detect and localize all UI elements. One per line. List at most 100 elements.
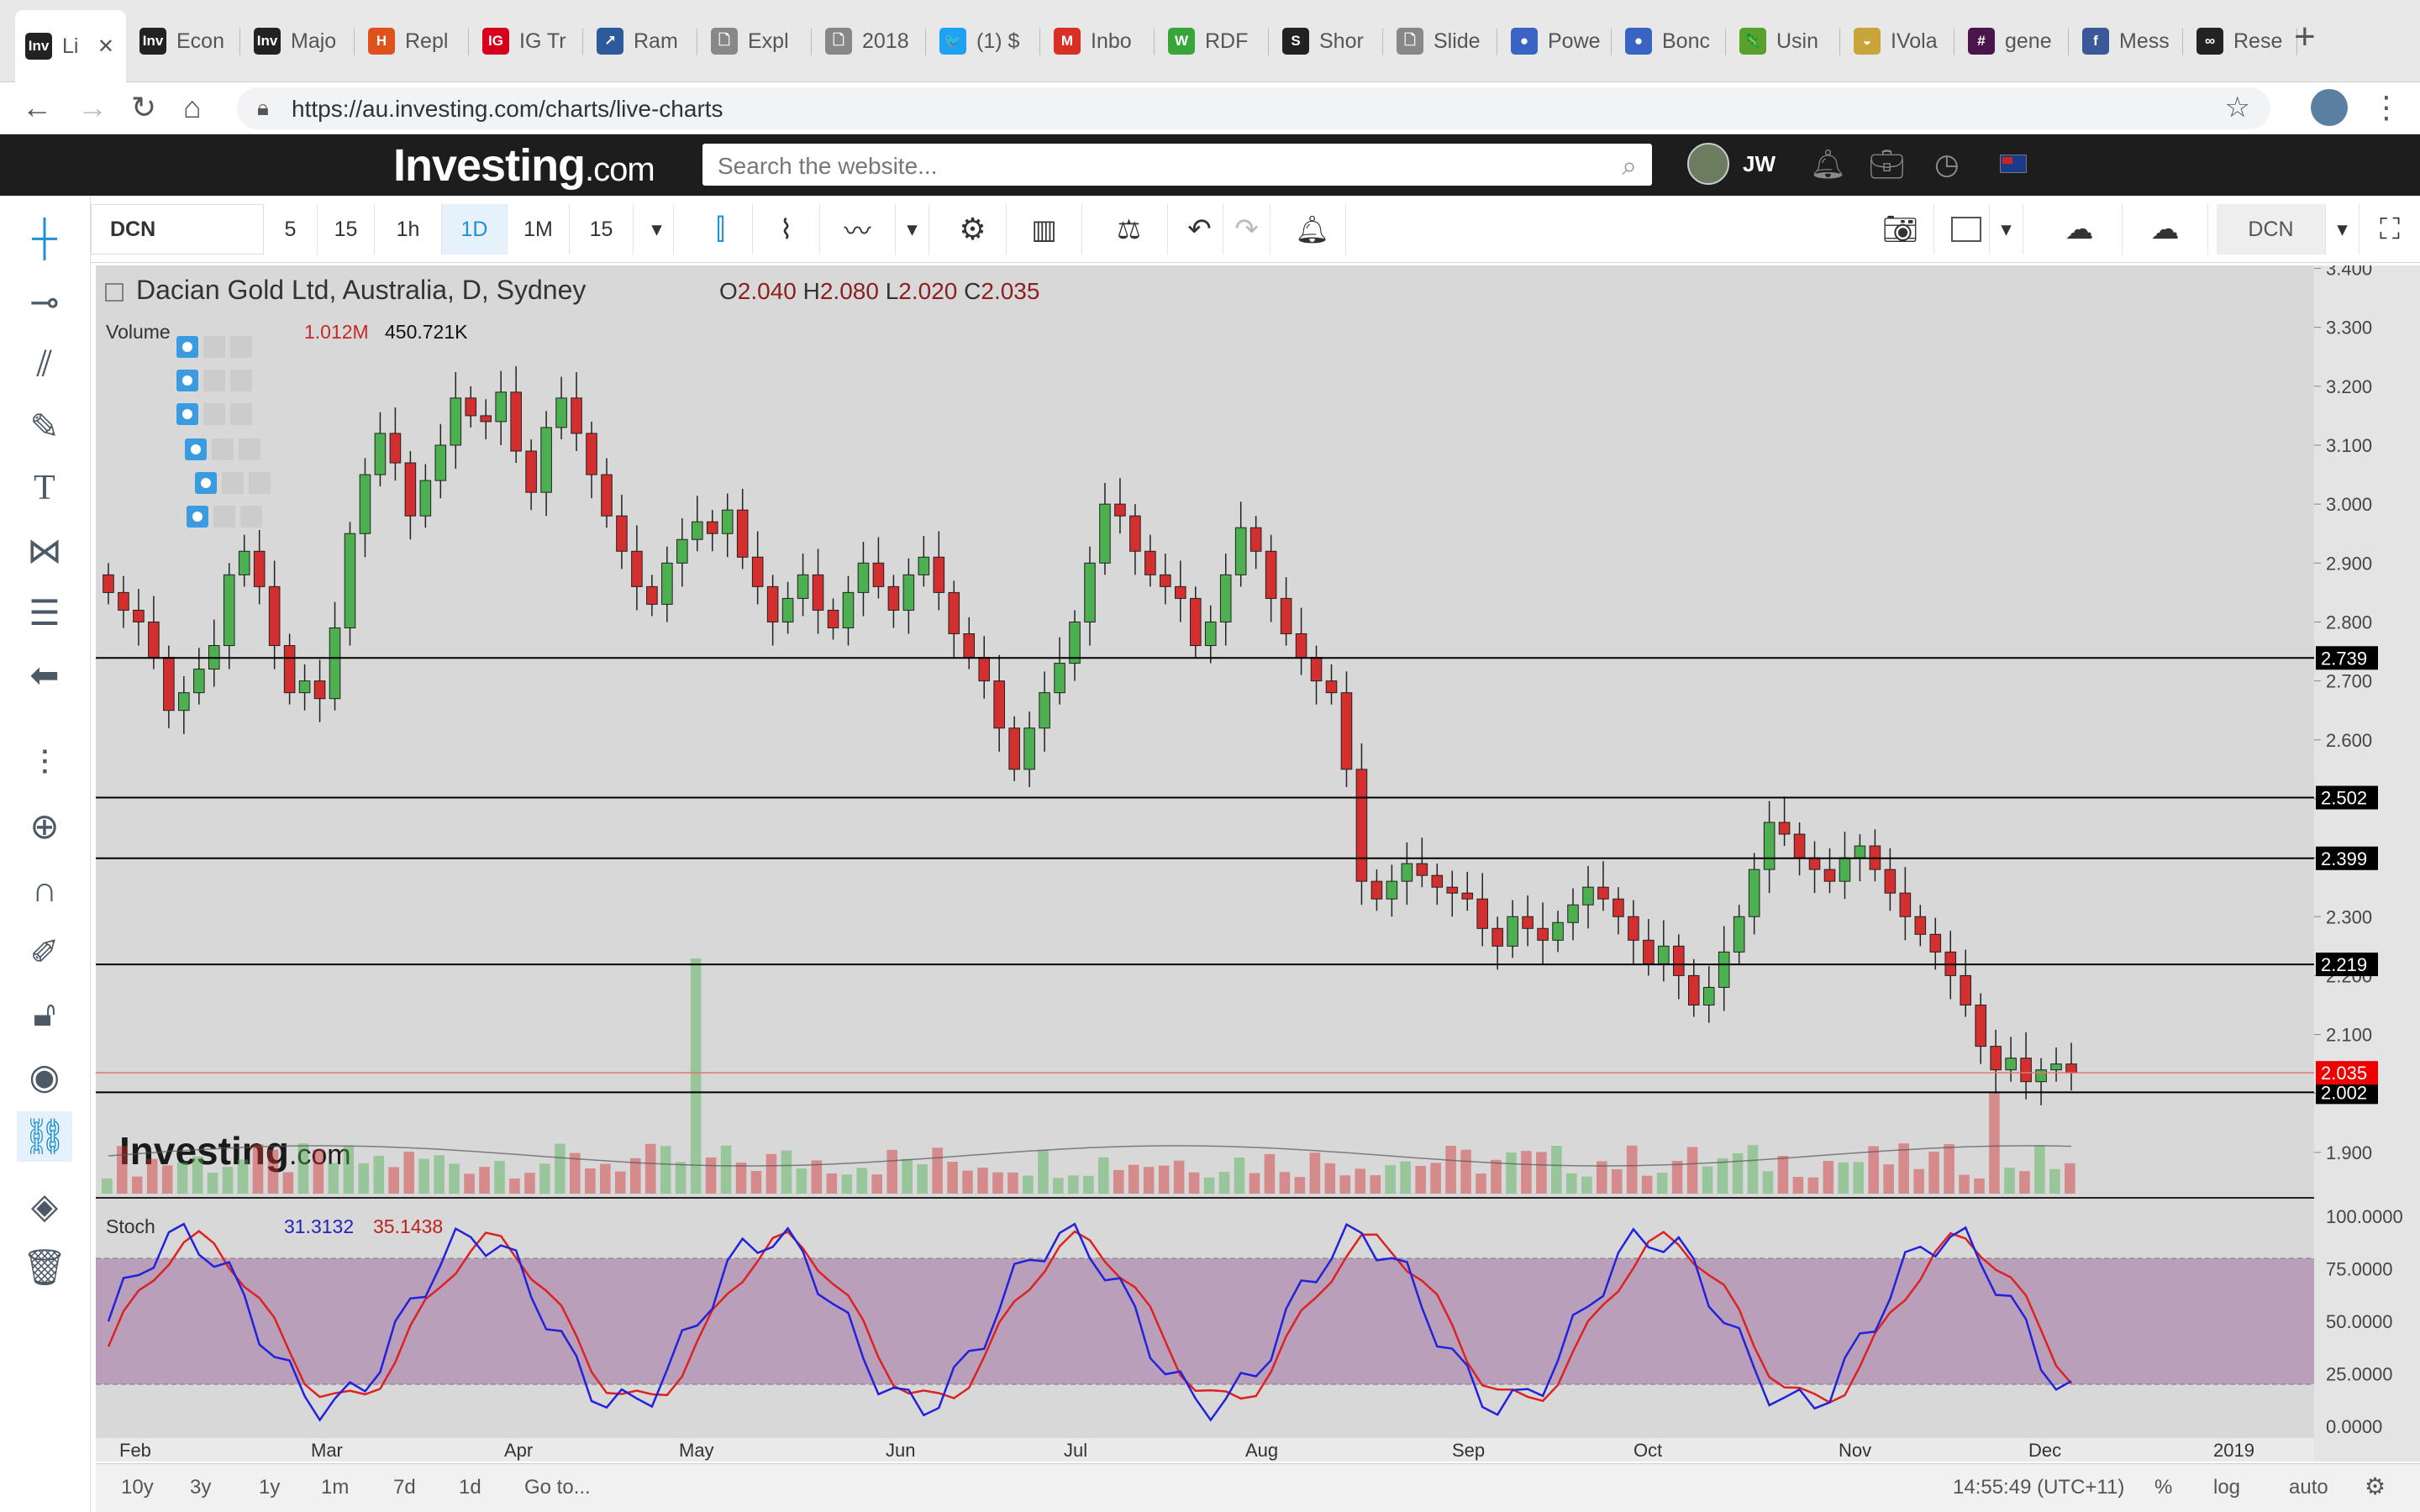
browser-tab[interactable]: ↗ Ram: [587, 12, 697, 71]
percent-scale-toggle[interactable]: %: [2154, 1476, 2172, 1499]
browser-tab[interactable]: W RDF: [1158, 12, 1269, 71]
profile-avatar[interactable]: [2311, 89, 2348, 126]
home-icon[interactable]: ⌂: [183, 92, 202, 123]
settings-gear-icon[interactable]: ⚙: [939, 204, 1007, 255]
symbol-selector[interactable]: DCN: [2217, 204, 2326, 255]
log-scale-toggle[interactable]: log: [2213, 1476, 2240, 1499]
pattern-tool-icon[interactable]: ⋈: [17, 525, 72, 575]
layout-square-icon[interactable]: [1943, 204, 1990, 255]
lock-drawings-icon[interactable]: ✐: [17, 927, 72, 977]
briefcase-icon[interactable]: 💼︎: [1869, 148, 1905, 181]
text-tool-icon[interactable]: T: [17, 463, 72, 513]
investing-logo[interactable]: Investing.com: [393, 139, 655, 192]
search-icon[interactable]: ⌕: [1622, 150, 1637, 182]
browser-tab[interactable]: ∞ Rese: [2186, 12, 2297, 71]
left-arrow-icon[interactable]: ⬅: [17, 649, 72, 700]
trash-icon[interactable]: 🗑︎: [17, 1242, 72, 1293]
bookmark-star-icon[interactable]: ☆: [2225, 91, 2250, 124]
interval-button-1D[interactable]: 1D: [442, 204, 508, 255]
compare-scale-icon[interactable]: ⚖: [1091, 204, 1168, 255]
chart-area[interactable]: 3.400 3.300 3.200 3.100 3.000 2.900 2.800 2.700…: [96, 259, 2420, 1462]
measure-icon[interactable]: ⫶: [17, 738, 72, 789]
range-button-7d[interactable]: 7d: [393, 1476, 416, 1499]
interval-button-15[interactable]: 15: [570, 204, 634, 255]
brush-icon[interactable]: ✎: [17, 401, 72, 451]
browser-tab[interactable]: 🗋 Slide: [1386, 12, 1497, 71]
chevron-down-icon[interactable]: ▾: [1990, 204, 2023, 255]
fullscreen-icon[interactable]: ⛶: [2365, 204, 2415, 255]
browser-tab[interactable]: H Repl: [358, 12, 469, 71]
zoom-in-icon[interactable]: ⊕: [17, 801, 72, 851]
user-avatar[interactable]: [1687, 143, 1729, 185]
url-field[interactable]: 🔒︎ https://au.investing.com/charts/live-…: [237, 87, 2270, 129]
crosshair-icon[interactable]: ┼: [17, 213, 72, 263]
range-button-3y[interactable]: 3y: [190, 1476, 211, 1499]
browser-menu-icon[interactable]: ⋮: [2371, 92, 2402, 123]
browser-tab[interactable]: Inv Econ: [129, 12, 240, 71]
cloud-download-icon[interactable]: ☁: [2037, 204, 2123, 255]
range-button-1y[interactable]: 1y: [259, 1476, 280, 1499]
candle-body: [178, 692, 190, 711]
layers-icon[interactable]: ◈: [17, 1180, 72, 1231]
browser-tab[interactable]: IG IG Tr: [472, 12, 583, 71]
browser-tab[interactable]: Inv Li ✕: [15, 10, 126, 82]
fib-tool-icon[interactable]: ☰: [17, 587, 72, 638]
bell-icon[interactable]: 🔔︎: [1810, 148, 1846, 181]
trend-lines-icon[interactable]: ⫽: [17, 339, 72, 389]
new-tab-button[interactable]: +: [2294, 18, 2316, 55]
link-icon[interactable]: ⛓: [17, 1111, 72, 1162]
interval-button-1M[interactable]: 1M: [508, 204, 570, 255]
browser-tab[interactable]: ◒ IVola: [1844, 12, 1954, 71]
goto-date-button[interactable]: Go to...: [524, 1476, 591, 1499]
range-button-10y[interactable]: 10y: [121, 1476, 154, 1499]
browser-tab[interactable]: 🦎 Usin: [1729, 12, 1840, 71]
eye-icon[interactable]: ◉: [17, 1051, 72, 1101]
candles-style-icon[interactable]: ⫿: [689, 204, 753, 255]
camera-icon[interactable]: 📷︎: [1867, 204, 1934, 255]
indicators-icon[interactable]: 〰: [820, 204, 896, 255]
volume-bar: [418, 1158, 429, 1194]
forward-arrow-icon[interactable]: →: [77, 92, 108, 123]
price-chart-svg[interactable]: 3.400 3.300 3.200 3.100 3.000 2.900 2.800 2.700…: [96, 259, 2420, 1462]
area-chart-icon[interactable]: ⌇: [753, 204, 820, 255]
browser-tab[interactable]: 🗋 2018: [815, 12, 926, 71]
range-button-1d[interactable]: 1d: [459, 1476, 481, 1499]
browser-tab[interactable]: # gene: [1958, 12, 2069, 71]
symbol-input[interactable]: DCN: [91, 204, 264, 255]
auto-scale-toggle[interactable]: auto: [2289, 1476, 2328, 1499]
settings-gear-icon[interactable]: ⚙: [2365, 1473, 2386, 1500]
browser-tab[interactable]: f Mess: [2072, 12, 2183, 71]
browser-tab[interactable]: 🗋 Expl: [701, 12, 812, 71]
back-arrow-icon[interactable]: ←: [22, 92, 52, 123]
undo-icon[interactable]: ↶: [1176, 204, 1223, 255]
range-button-1m[interactable]: 1m: [321, 1476, 349, 1499]
eye-pupil-icon: [191, 444, 201, 454]
browser-tab[interactable]: S Shor: [1272, 12, 1383, 71]
unlock-icon[interactable]: 🔓︎: [17, 989, 72, 1039]
close-tab-icon[interactable]: ✕: [97, 34, 114, 59]
australia-flag-icon[interactable]: [2000, 155, 2027, 173]
user-initials[interactable]: JW: [1743, 151, 1776, 177]
interval-button-5[interactable]: 5: [264, 204, 318, 255]
reload-icon[interactable]: ↻: [131, 92, 156, 123]
horizontal-line-tool-icon[interactable]: ⊸: [17, 276, 72, 327]
browser-tab[interactable]: 🐦 (1) $: [929, 12, 1040, 71]
site-search-input[interactable]: Search the website... ⌕: [702, 144, 1652, 186]
clock-icon[interactable]: ◷: [1934, 148, 1960, 181]
interval-button-15[interactable]: 15: [318, 204, 375, 255]
candle-body: [253, 550, 266, 587]
cloud-upload-icon[interactable]: ☁: [2123, 204, 2208, 255]
browser-tab[interactable]: ● Bonc: [1615, 12, 1726, 71]
magnet-icon[interactable]: ∩: [17, 864, 72, 915]
browser-tab[interactable]: Inv Majo: [244, 12, 355, 71]
chevron-down-icon[interactable]: ▾: [640, 204, 674, 255]
volume-bar: [1823, 1161, 1834, 1194]
interval-button-1h[interactable]: 1h: [375, 204, 442, 255]
browser-tab[interactable]: ● Powe: [1501, 12, 1612, 71]
redo-icon[interactable]: ↷: [1223, 204, 1270, 255]
chevron-down-icon[interactable]: ▾: [2326, 204, 2360, 255]
alert-bell-icon[interactable]: 🔔︎: [1279, 204, 1346, 255]
browser-tab[interactable]: M Inbo: [1044, 12, 1155, 71]
chevron-down-icon[interactable]: ▾: [896, 204, 929, 255]
indicators-bars-icon[interactable]: ▥: [1007, 204, 1082, 255]
